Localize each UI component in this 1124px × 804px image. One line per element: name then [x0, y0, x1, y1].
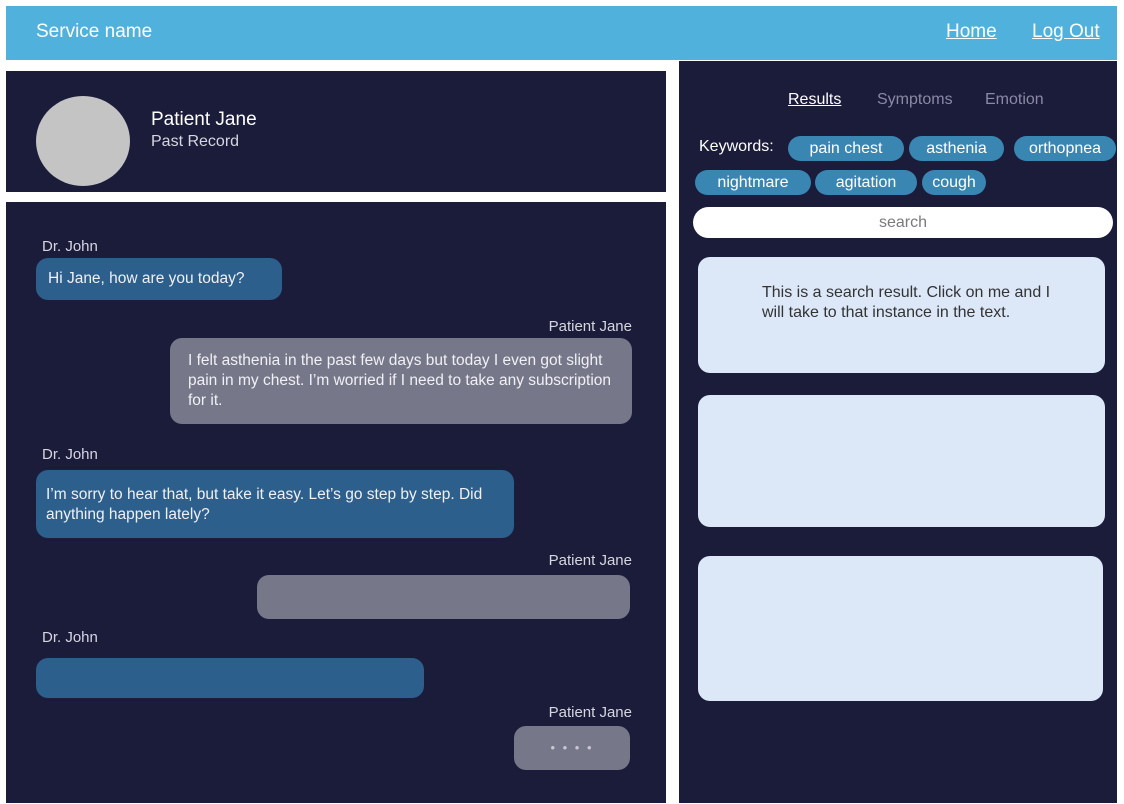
message-speaker: Dr. John: [42, 238, 98, 255]
patient-message-bubble[interactable]: I felt asthenia in the past few days but…: [170, 338, 632, 424]
message-speaker: Patient Jane: [548, 318, 632, 335]
home-link[interactable]: Home: [946, 21, 997, 43]
keyword-chip[interactable]: nightmare: [695, 170, 811, 195]
app-frame: Service name Home Log Out Patient Jane P…: [6, 6, 1117, 803]
search-result-card[interactable]: [698, 395, 1105, 527]
service-name: Service name: [36, 21, 153, 42]
tab-results[interactable]: Results: [788, 91, 841, 109]
doctor-message-bubble[interactable]: [36, 658, 424, 698]
message-speaker: Dr. John: [42, 629, 98, 646]
patient-name: Patient Jane: [151, 109, 257, 130]
top-nav-bar: Service name Home Log Out: [6, 6, 1117, 60]
keyword-chip[interactable]: pain chest: [788, 136, 904, 161]
message-speaker: Patient Jane: [548, 704, 632, 721]
patient-message-bubble[interactable]: [257, 575, 630, 619]
search-result-card[interactable]: [698, 556, 1103, 701]
search-result-card[interactable]: This is a search result. Click on me and…: [698, 257, 1105, 373]
chat-transcript: Dr. John Hi Jane, how are you today? Pat…: [6, 202, 666, 803]
past-record-link[interactable]: Past Record: [151, 133, 239, 151]
logout-link[interactable]: Log Out: [1032, 21, 1100, 43]
keyword-chip[interactable]: cough: [922, 170, 986, 195]
doctor-message-bubble[interactable]: Hi Jane, how are you today?: [36, 258, 282, 300]
keywords-label: Keywords:: [699, 138, 774, 155]
keyword-chip[interactable]: asthenia: [909, 136, 1004, 161]
keyword-chip[interactable]: orthopnea: [1014, 136, 1116, 161]
keyword-chip[interactable]: agitation: [815, 170, 917, 195]
tab-emotion[interactable]: Emotion: [985, 91, 1044, 109]
typing-indicator: • • • •: [514, 726, 630, 770]
avatar: [36, 96, 130, 186]
search-input[interactable]: [693, 207, 1113, 238]
doctor-message-bubble[interactable]: I’m sorry to hear that, but take it easy…: [36, 470, 514, 538]
divider: [6, 192, 666, 202]
message-speaker: Dr. John: [42, 446, 98, 463]
tab-symptoms[interactable]: Symptoms: [877, 91, 953, 109]
patient-profile-card: Patient Jane Past Record: [6, 71, 666, 192]
message-speaker: Patient Jane: [548, 552, 632, 569]
analysis-panel: Results Symptoms Emotion Keywords: pain …: [679, 61, 1117, 803]
